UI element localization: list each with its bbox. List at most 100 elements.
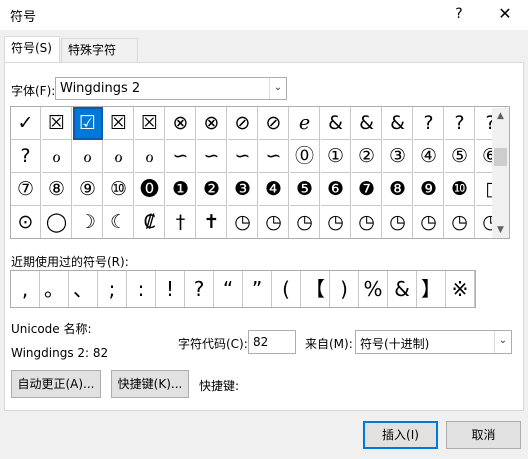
symbol-cell[interactable]: ⑧ xyxy=(42,173,72,206)
from-select-value: 符号(十进制) xyxy=(360,337,430,351)
shortcut-key-button[interactable]: 快捷键(K)... xyxy=(111,370,189,398)
recent-symbol-cell[interactable]: 。 xyxy=(40,271,69,307)
symbol-cell[interactable]: ☑ xyxy=(73,107,103,140)
recent-symbol-cell[interactable]: ! xyxy=(156,271,185,307)
chevron-down-icon[interactable]: ⌄ xyxy=(269,78,286,99)
font-select-value: Wingdings 2 xyxy=(60,81,141,96)
from-select[interactable]: 符号(十进制) ⌄ xyxy=(355,330,512,354)
symbol-cell[interactable]: ∽ xyxy=(259,140,289,173)
symbol-cell[interactable]: ☒ xyxy=(42,107,72,140)
symbol-cell[interactable]: ③ xyxy=(383,140,413,173)
symbol-cell[interactable]: ◷ xyxy=(259,206,289,238)
symbol-cell[interactable]: ∽ xyxy=(197,140,227,173)
symbol-cell[interactable]: ? xyxy=(414,107,444,140)
symbol-cell[interactable]: ⑨ xyxy=(73,173,103,206)
symbol-cell[interactable]: ✝ xyxy=(197,206,227,238)
symbol-cell[interactable]: ◷ xyxy=(290,206,320,238)
recent-symbols[interactable]: ,。、;:!? “”(【)% &】 ※ xyxy=(10,270,476,308)
recent-symbol-cell[interactable]: ” xyxy=(243,271,272,307)
symbol-cell[interactable]: ⑦ xyxy=(11,173,41,206)
recent-symbol-cell[interactable]: : xyxy=(127,271,156,307)
tab-symbols[interactable]: 符号(S) xyxy=(4,36,60,63)
symbol-cell[interactable]: ∽ xyxy=(166,140,196,173)
symbol-cell[interactable]: ❿ xyxy=(445,173,475,206)
symbol-cell[interactable]: & xyxy=(321,107,351,140)
symbol-cell[interactable]: ❼ xyxy=(352,173,382,206)
autocorrect-button[interactable]: 自动更正(A)... xyxy=(11,370,101,398)
symbol-cell[interactable]: ❾ xyxy=(414,173,444,206)
recent-symbol-cell[interactable]: 【 xyxy=(301,271,330,307)
chevron-down-icon[interactable]: ⌄ xyxy=(494,331,511,353)
symbol-cell[interactable]: ❻ xyxy=(321,173,351,206)
title-bar: 符号 ? ✕ xyxy=(0,0,528,30)
recent-symbol-cell[interactable]: ( xyxy=(272,271,301,307)
symbol-cell[interactable]: ? xyxy=(11,140,41,173)
symbol-cell[interactable]: ⊙ xyxy=(11,206,41,238)
cancel-button[interactable]: 取消 xyxy=(446,421,521,449)
help-button[interactable]: ? xyxy=(448,3,470,25)
recent-symbol-cell[interactable]: ; xyxy=(98,271,127,307)
symbol-cell[interactable]: ℯ xyxy=(290,107,320,140)
symbol-cell[interactable]: ? xyxy=(445,107,475,140)
scroll-thumb[interactable] xyxy=(494,148,507,166)
symbol-cell[interactable]: ① xyxy=(321,140,351,173)
symbol-cell[interactable]: ⊗ xyxy=(166,107,196,140)
symbol-cell[interactable]: ❶ xyxy=(166,173,196,206)
symbol-cell[interactable]: ⓿ xyxy=(135,173,165,206)
symbol-grid[interactable]: ✓ ☒ ☑ ☒ ☒ ⊗ ⊗ ⊘ ⊘ ℯ & & &???? ℴ ℴ ℴ ℴ ∽ ∽ ∽ ∽ ⓪ ① ② ③ ④ ⑤ ⑥ ⑦ ⑧ ⑨ ⑩ ⓿ ❶ ❷ ❸… xyxy=(10,106,510,239)
recent-symbol-cell[interactable]: , xyxy=(11,271,40,307)
symbol-cell[interactable]: ₡ xyxy=(135,206,165,238)
symbol-cell[interactable]: ◯ xyxy=(42,206,72,238)
symbol-cell[interactable]: ℴ xyxy=(73,140,103,173)
symbol-cell[interactable]: ② xyxy=(352,140,382,173)
recent-symbol-cell[interactable]: ? xyxy=(185,271,214,307)
recent-symbol-cell[interactable]: & xyxy=(388,271,417,307)
scroll-up-icon[interactable]: ▲ xyxy=(492,108,509,124)
symbol-cell[interactable]: & xyxy=(383,107,413,140)
symbol-cell[interactable]: ∽ xyxy=(228,140,258,173)
symbol-cell[interactable]: ◷ xyxy=(228,206,258,238)
symbol-cell[interactable]: ☒ xyxy=(135,107,165,140)
unicode-name-value: Wingdings 2: 82 xyxy=(11,346,109,360)
symbol-cell[interactable]: ⊘ xyxy=(228,107,258,140)
recent-symbol-cell[interactable]: % xyxy=(359,271,388,307)
symbol-cell[interactable]: ❷ xyxy=(197,173,227,206)
recent-symbol-cell[interactable]: 、 xyxy=(69,271,98,307)
symbol-cell[interactable]: ⑤ xyxy=(445,140,475,173)
recent-symbol-cell[interactable]: ) xyxy=(330,271,359,307)
symbol-cell[interactable]: ⊘ xyxy=(259,107,289,140)
symbol-cell[interactable]: ❹ xyxy=(259,173,289,206)
symbol-cell[interactable]: ℴ xyxy=(104,140,134,173)
close-button[interactable]: ✕ xyxy=(492,2,518,26)
symbol-cell[interactable]: ❺ xyxy=(290,173,320,206)
insert-button[interactable]: 插入(I) xyxy=(363,421,438,449)
char-code-input[interactable]: 82 xyxy=(248,330,296,354)
recent-symbol-cell[interactable]: ※ xyxy=(446,271,475,307)
grid-scrollbar[interactable]: ▲ ▼ xyxy=(492,108,509,238)
symbol-cell[interactable]: ⓪ xyxy=(290,140,320,173)
symbol-cell[interactable]: ④ xyxy=(414,140,444,173)
recent-symbol-cell[interactable]: “ xyxy=(214,271,243,307)
symbol-cell[interactable]: ☒ xyxy=(104,107,134,140)
tab-special-characters[interactable]: 特殊字符(P) xyxy=(61,38,138,79)
symbol-cell[interactable]: ☾ xyxy=(104,206,134,238)
symbol-cell[interactable]: † xyxy=(166,206,196,238)
tab-strip: 符号(S) 特殊字符(P) xyxy=(0,30,528,79)
symbol-cell[interactable]: ❽ xyxy=(383,173,413,206)
symbol-cell[interactable]: ℴ xyxy=(135,140,165,173)
symbol-cell[interactable]: ◷ xyxy=(352,206,382,238)
symbol-cell[interactable]: ◷ xyxy=(383,206,413,238)
font-select[interactable]: Wingdings 2 ⌄ xyxy=(55,77,287,100)
recent-symbol-cell[interactable]: 】 xyxy=(417,271,446,307)
symbol-cell[interactable]: & xyxy=(352,107,382,140)
symbol-cell[interactable]: ⊗ xyxy=(197,107,227,140)
symbol-cell[interactable]: ☽ xyxy=(73,206,103,238)
symbol-cell[interactable]: ❸ xyxy=(228,173,258,206)
symbol-cell[interactable]: ℴ xyxy=(42,140,72,173)
symbol-cell[interactable]: ✓ xyxy=(11,107,41,140)
symbol-cell[interactable]: ◷ xyxy=(414,206,444,238)
symbol-cell[interactable]: ◷ xyxy=(321,206,351,238)
scroll-down-icon[interactable]: ▼ xyxy=(492,222,509,238)
symbol-cell[interactable]: ⑩ xyxy=(104,173,134,206)
symbol-cell[interactable]: ◷ xyxy=(445,206,475,238)
